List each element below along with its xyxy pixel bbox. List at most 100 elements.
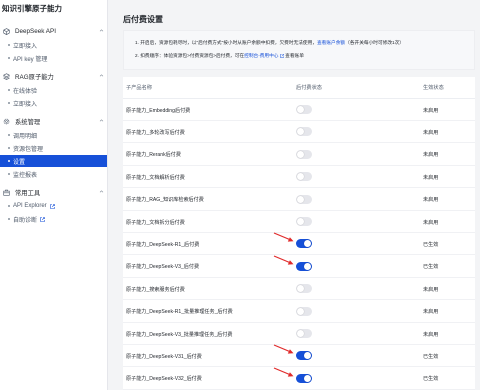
app-title: 知识引擎原子能力 <box>2 4 62 13</box>
table-row: 原子能力_多轮改写后付费 未启用 <box>123 121 475 144</box>
effective-status: 未启用 <box>423 107 439 114</box>
postpaid-toggle[interactable] <box>296 127 312 137</box>
product-name: 原子能力_DeepSeek-V3_批量推理任务_后付费 <box>126 331 233 338</box>
sidebar-item-label: API key 管理 <box>13 56 48 63</box>
postpaid-toggle[interactable] <box>296 149 312 159</box>
effective-status: 未启用 <box>423 129 439 136</box>
table-row: 原子能力_DeepSeek-V3_批量推理任务_后付费 未启用 <box>123 323 475 345</box>
sidebar-item[interactable]: 资源包管理 <box>0 142 107 154</box>
sidebar-item[interactable]: 监控报表 <box>0 168 107 180</box>
table-row: 原子能力_RAG_知识库检索后付费 未启用 <box>123 189 475 211</box>
header-product-name: 子产品名称 <box>126 85 152 91</box>
product-name: 原子能力_搜索服务后付费 <box>126 286 185 293</box>
postpaid-toggle[interactable] <box>296 373 312 383</box>
postpaid-toggle[interactable] <box>296 217 312 226</box>
effective-status: 未启用 <box>423 197 439 204</box>
main-content: 后付费设置 1. 开启后，资源包耗尽时，以"后付费方式"按小时从账户余额中扣费，… <box>108 0 480 390</box>
chevron-up-icon[interactable] <box>99 73 104 78</box>
sidebar-group[interactable]: DeepSeek API <box>0 24 108 38</box>
postpaid-toggle[interactable] <box>296 306 312 316</box>
toggle-knob <box>297 173 304 181</box>
effective-status: 未启用 <box>423 152 439 159</box>
product-name: 原子能力_DeepSeek-V31_后付费 <box>126 353 202 360</box>
info-notice: 1. 开启后，资源包耗尽时，以"后付费方式"按小时从账户余额中扣费，欠费时无法使… <box>123 30 475 70</box>
sidebar-item[interactable]: 调用明细 <box>0 129 107 141</box>
arrow-annotation-icon <box>273 255 294 265</box>
sidebar-item-label: API Explorer <box>13 203 47 209</box>
effective-status: 已生效 <box>423 264 439 271</box>
postpaid-toggle[interactable] <box>296 329 312 338</box>
bullet-dot <box>8 134 10 136</box>
toggle-knob <box>304 374 311 382</box>
sidebar-item-label: 监控报表 <box>13 172 38 179</box>
view-balance-link[interactable]: 查看账户余额 <box>317 40 345 45</box>
toggle-knob <box>304 262 311 270</box>
toggle-knob <box>297 195 304 203</box>
sidebar-group[interactable]: RAG原子能力 <box>0 69 108 83</box>
chevron-up-icon[interactable] <box>99 189 104 194</box>
cube-icon <box>3 27 10 35</box>
sidebar-group-label: RAG原子能力 <box>15 73 54 81</box>
bullet-dot <box>8 102 10 104</box>
billing-center-link[interactable]: 控制台-费用中心 <box>244 53 284 58</box>
sidebar-item[interactable]: 立即接入 <box>0 97 107 109</box>
page-title: 后付费设置 <box>123 15 163 24</box>
product-name: 原子能力_DeepSeek-R1_批量推理任务_后付费 <box>126 309 233 316</box>
toggle-knob <box>304 240 311 248</box>
sidebar-item-label: 设置 <box>13 159 26 166</box>
chevron-up-icon[interactable] <box>99 118 104 123</box>
sidebar-item[interactable]: API Explorer <box>0 200 107 212</box>
sidebar-item-label: 资源包管理 <box>13 146 44 153</box>
bullet-dot <box>8 147 10 149</box>
product-name: 原子能力_文档拆分后付费 <box>126 219 185 226</box>
effective-status: 未启用 <box>423 309 439 316</box>
postpaid-toggle[interactable] <box>296 105 312 114</box>
table-header: 子产品名称 后付费状态 生效状态 <box>123 77 475 99</box>
sidebar-item-label: 立即接入 <box>13 43 38 50</box>
postpaid-toggle[interactable] <box>296 351 312 361</box>
effective-status: 未启用 <box>423 174 439 181</box>
product-name: 原子能力_Rerank后付费 <box>126 152 181 159</box>
toggle-knob <box>297 285 304 293</box>
toggle-knob <box>297 150 304 158</box>
product-name: 原子能力_DeepSeek-R1_后付费 <box>126 241 200 248</box>
product-name: 原子能力_多轮改写后付费 <box>126 129 185 136</box>
bullet-dot <box>8 218 10 220</box>
sidebar-group-label: DeepSeek API <box>15 27 56 35</box>
notice-line-1-text: 1. 开启后，资源包耗尽时，以"后付费方式"按小时从账户余额中扣费，欠费时无法使… <box>135 40 317 45</box>
table-row: 原子能力_Embedding后付费 未启用 <box>123 99 475 121</box>
effective-status: 已生效 <box>423 241 439 248</box>
postpaid-toggle[interactable] <box>296 284 312 294</box>
table-row: 原子能力_DeepSeek-R1_批量推理任务_后付费 未启用 <box>123 301 475 323</box>
product-name: 原子能力_文档解析后付费 <box>126 174 185 181</box>
sidebar-item[interactable]: 在线体验 <box>0 84 107 96</box>
postpaid-toggle[interactable] <box>296 261 312 271</box>
effective-status: 未启用 <box>423 219 439 226</box>
sidebar-item[interactable]: 立即接入 <box>0 39 107 51</box>
sidebar-group[interactable]: 系统管理 <box>0 114 108 128</box>
sidebar-item[interactable]: 设置 <box>0 155 107 167</box>
notice-line-2-text: 2. 扣费顺序：体验资源包>付费资源包>后付费，可在 <box>135 53 245 58</box>
chevron-up-icon[interactable] <box>99 28 104 33</box>
bullet-dot <box>8 205 10 207</box>
sidebar-item[interactable]: 自助诊断 <box>0 213 107 225</box>
postpaid-toggle[interactable] <box>296 194 312 204</box>
table-row: 原子能力_文档拆分后付费 未启用 <box>123 211 475 233</box>
table-row: 原子能力_DeepSeek-R1_后付费 已生效 <box>123 232 475 256</box>
product-name: 原子能力_Embedding后付费 <box>126 107 191 114</box>
sidebar-item[interactable]: API key 管理 <box>0 52 107 64</box>
bullet-dot <box>8 173 10 175</box>
sidebar-group[interactable]: 常用工具 <box>0 185 108 199</box>
billing-table: 子产品名称 后付费状态 生效状态 原子能力_Embedding后付费 未启用 原子能… <box>123 77 475 390</box>
toggle-knob <box>297 106 304 113</box>
table-row: 原子能力_搜索服务后付费 未启用 <box>123 278 475 301</box>
toggle-knob <box>297 330 304 337</box>
sidebar-group-label: 系统管理 <box>15 118 41 126</box>
bullet-dot <box>8 57 10 59</box>
postpaid-toggle[interactable] <box>296 239 312 249</box>
bullet-dot <box>8 44 10 46</box>
header-effective-status: 生效状态 <box>423 85 444 91</box>
table-row: 原子能力_文档解析后付费 未启用 <box>123 166 475 189</box>
postpaid-toggle[interactable] <box>296 172 312 182</box>
sidebar-group-label: 常用工具 <box>15 189 41 197</box>
